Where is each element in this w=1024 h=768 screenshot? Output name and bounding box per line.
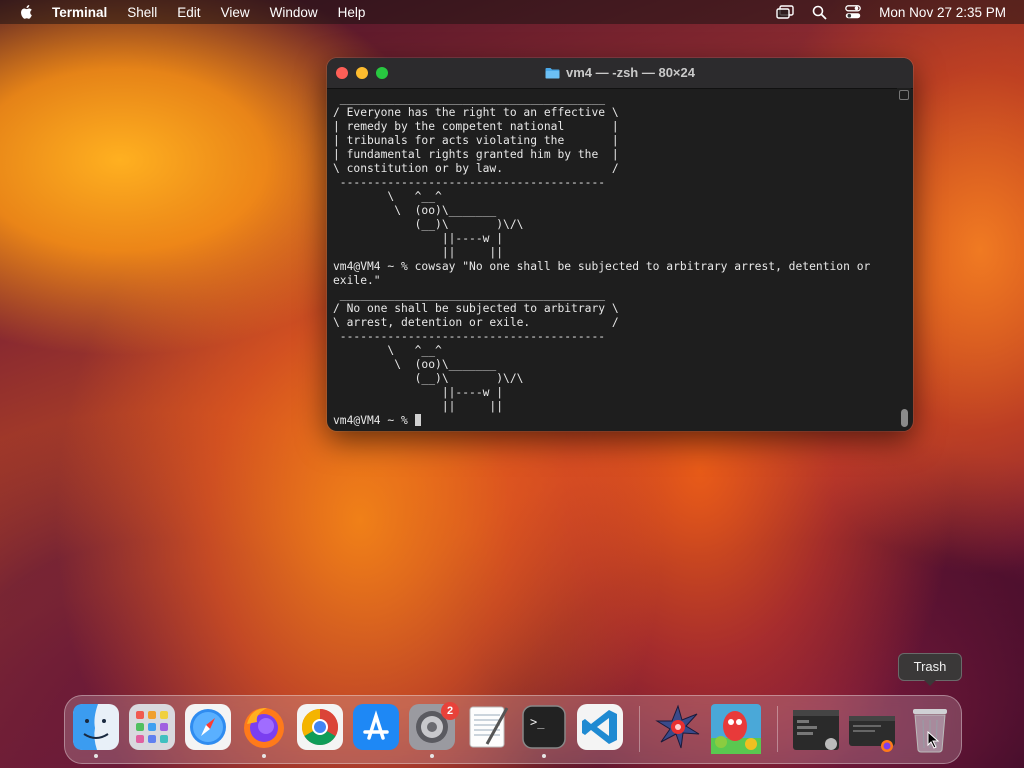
terminal-line: \ constitution or by law. / [333,162,619,175]
terminal-line: ||----w | [333,386,504,399]
menu-shell[interactable]: Shell [127,5,157,20]
menu-view[interactable]: View [221,5,250,20]
chrome-icon[interactable] [297,704,343,750]
firefox-icon[interactable] [241,704,287,750]
textedit-icon[interactable] [465,704,511,750]
spotlight-search-icon[interactable] [812,5,827,20]
svg-text:>_: >_ [530,715,545,729]
running-indicator [542,754,546,758]
text-cursor [414,414,421,426]
menu-bar: Terminal Shell Edit View Window Help Mon… [0,0,1024,24]
dock-separator [639,706,640,752]
terminal-window[interactable]: vm4 — -zsh — 80×24 _____________________… [327,58,913,431]
finder-icon[interactable] [73,704,119,750]
folder-icon [545,67,560,78]
window-title: vm4 — -zsh — 80×24 [327,65,913,80]
menu-window[interactable]: Window [270,5,318,20]
vscode-icon[interactable] [577,704,623,750]
running-indicator [94,754,98,758]
terminal-line: ||----w | [333,232,504,245]
mouse-pointer-icon [927,731,940,749]
terminal-line: \ ^__^ [333,344,442,357]
menubar-clock[interactable]: Mon Nov 27 2:35 PM [879,5,1006,20]
terminal-icon[interactable]: >_ [521,704,567,750]
safari-icon[interactable] [185,704,231,750]
menu-edit[interactable]: Edit [177,5,200,20]
running-indicator [430,754,434,758]
terminal-line: vm4@VM4 ~ % [333,414,895,427]
terminal-line: vm4@VM4 ~ % cowsay "No one shall be subj… [333,260,878,273]
scroll-split-icon[interactable] [899,90,909,100]
terminal-line: \ arrest, detention or exile. / [333,316,619,329]
dock: 2 >_ [64,695,962,764]
terminal-line: (__)\ )\/\ [333,218,524,231]
terminal-line: || || [333,246,504,259]
spiky-star-icon[interactable] [655,704,701,750]
scrollbar-track[interactable] [897,88,911,431]
terminal-line: exile." [333,274,381,287]
terminal-line: --------------------------------------- [333,176,606,189]
window-title-text: vm4 — -zsh — 80×24 [566,65,695,80]
tooltip-arrow [923,679,937,686]
launchpad-icon[interactable] [129,704,175,750]
dock-tooltip: Trash [898,653,962,681]
window-thumbnail-icon[interactable] [847,704,895,752]
terminal-line: _______________________________________ [333,288,606,301]
window-titlebar[interactable]: vm4 — -zsh — 80×24 [327,58,913,89]
app-store-icon[interactable] [353,704,399,750]
terminal-line: --------------------------------------- [333,330,606,343]
scrollbar-thumb[interactable] [901,409,908,427]
terminal-line: | tribunals for acts violating the | [333,134,619,147]
game-characters-icon[interactable] [711,704,761,754]
terminal-line: \ ^__^ [333,190,442,203]
dock-separator [777,706,778,752]
menu-help[interactable]: Help [338,5,366,20]
terminal-line: / No one shall be subjected to arbitrary… [333,302,619,315]
running-indicator [262,754,266,758]
notification-badge: 2 [441,702,459,720]
terminal-line: | remedy by the competent national | [333,120,619,133]
terminal-line: (__)\ )\/\ [333,372,524,385]
terminal-line: \ (oo)\_______ [333,204,497,217]
terminal-line: / Everyone has the right to an effective… [333,106,619,119]
apple-logo-icon[interactable] [18,3,36,21]
screen-mirroring-icon[interactable] [776,5,794,19]
window-thumbnail-icon[interactable] [791,704,839,750]
menu-app-name[interactable]: Terminal [52,5,107,20]
terminal-line: | fundamental rights granted him by the … [333,148,619,161]
terminal-line: \ (oo)\_______ [333,358,497,371]
terminal-line: || || [333,400,504,413]
control-center-icon[interactable] [845,5,862,19]
terminal-line: _______________________________________ [333,92,606,105]
terminal-output[interactable]: _______________________________________ /… [333,92,895,427]
